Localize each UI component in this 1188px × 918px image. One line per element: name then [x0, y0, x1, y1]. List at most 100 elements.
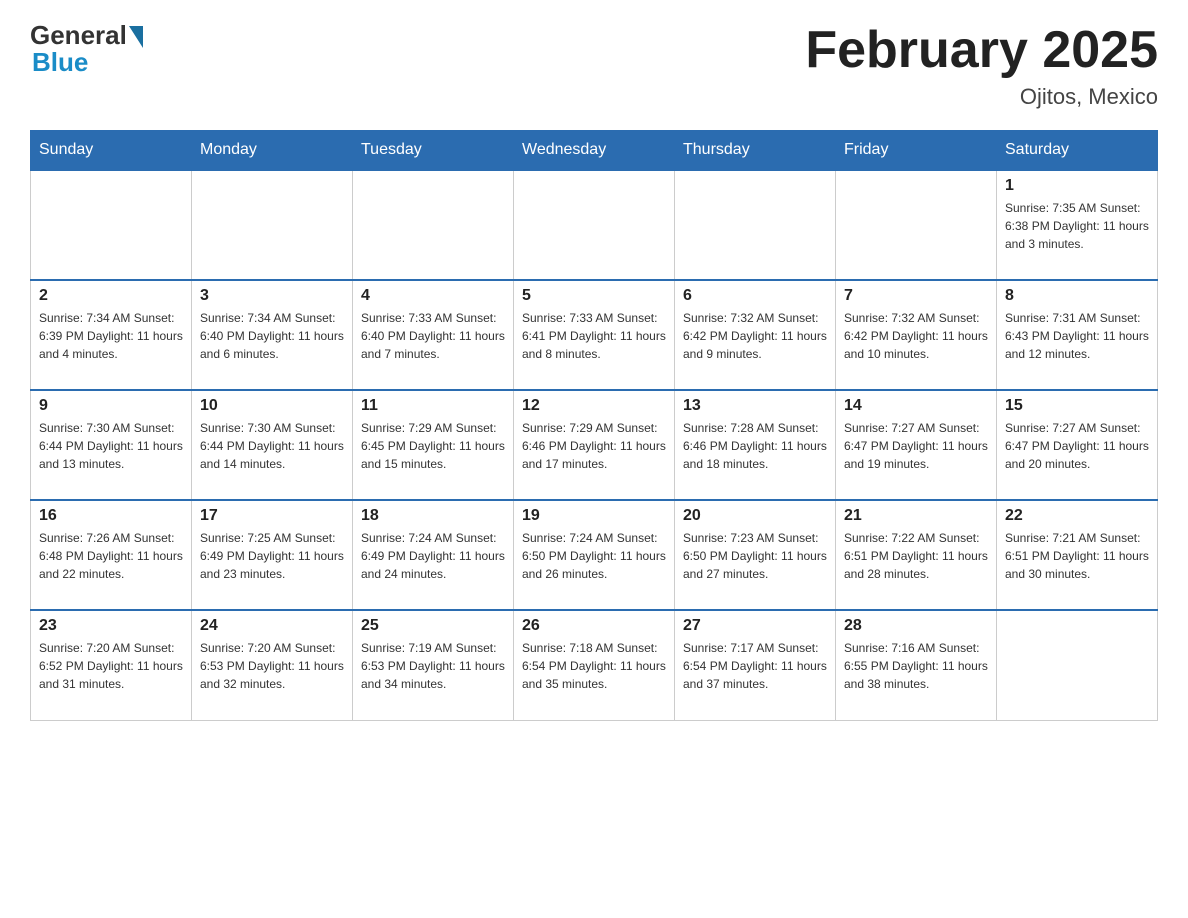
day-info: Sunrise: 7:30 AM Sunset: 6:44 PM Dayligh…: [39, 419, 183, 473]
day-number: 7: [844, 287, 988, 305]
calendar-cell: 22 Sunrise: 7:21 AM Sunset: 6:51 PM Dayli…: [997, 500, 1158, 610]
calendar-cell: 23 Sunrise: 7:20 AM Sunset: 6:52 PM Dayli…: [31, 610, 192, 720]
calendar-cell: 7 Sunrise: 7:32 AM Sunset: 6:42 PM Daylig…: [836, 280, 997, 390]
day-info: Sunrise: 7:34 AM Sunset: 6:39 PM Dayligh…: [39, 309, 183, 363]
day-number: 25: [361, 617, 505, 635]
day-info: Sunrise: 7:20 AM Sunset: 6:53 PM Dayligh…: [200, 639, 344, 693]
day-info: Sunrise: 7:24 AM Sunset: 6:49 PM Dayligh…: [361, 529, 505, 583]
day-info: Sunrise: 7:29 AM Sunset: 6:45 PM Dayligh…: [361, 419, 505, 473]
calendar-cell: 17 Sunrise: 7:25 AM Sunset: 6:49 PM Dayli…: [192, 500, 353, 610]
calendar-cell: [997, 610, 1158, 720]
day-info: Sunrise: 7:21 AM Sunset: 6:51 PM Dayligh…: [1005, 529, 1149, 583]
calendar-cell: [514, 170, 675, 280]
day-number: 11: [361, 397, 505, 415]
day-info: Sunrise: 7:18 AM Sunset: 6:54 PM Dayligh…: [522, 639, 666, 693]
day-info: Sunrise: 7:22 AM Sunset: 6:51 PM Dayligh…: [844, 529, 988, 583]
calendar-week-row: 9 Sunrise: 7:30 AM Sunset: 6:44 PM Daylig…: [31, 390, 1158, 500]
calendar-cell: 3 Sunrise: 7:34 AM Sunset: 6:40 PM Daylig…: [192, 280, 353, 390]
day-info: Sunrise: 7:20 AM Sunset: 6:52 PM Dayligh…: [39, 639, 183, 693]
calendar-cell: 27Sunrise: 7:17 AM Sunset: 6:54 PM Dayli…: [675, 610, 836, 720]
day-number: 2: [39, 287, 183, 305]
day-info: Sunrise: 7:28 AM Sunset: 6:46 PM Dayligh…: [683, 419, 827, 473]
calendar-week-row: 2 Sunrise: 7:34 AM Sunset: 6:39 PM Daylig…: [31, 280, 1158, 390]
day-info: Sunrise: 7:23 AM Sunset: 6:50 PM Dayligh…: [683, 529, 827, 583]
calendar-header-row: SundayMondayTuesdayWednesdayThursdayFrid…: [31, 131, 1158, 171]
day-number: 21: [844, 507, 988, 525]
day-info: Sunrise: 7:30 AM Sunset: 6:44 PM Dayligh…: [200, 419, 344, 473]
calendar-cell: [675, 170, 836, 280]
page-header: General Blue February 2025 Ojitos, Mexic…: [30, 20, 1158, 110]
day-number: 19: [522, 507, 666, 525]
day-number: 9: [39, 397, 183, 415]
location-label: Ojitos, Mexico: [805, 84, 1158, 110]
column-header-thursday: Thursday: [675, 131, 836, 171]
calendar-cell: 21 Sunrise: 7:22 AM Sunset: 6:51 PM Dayli…: [836, 500, 997, 610]
day-info: Sunrise: 7:34 AM Sunset: 6:40 PM Dayligh…: [200, 309, 344, 363]
day-info: Sunrise: 7:32 AM Sunset: 6:42 PM Dayligh…: [844, 309, 988, 363]
day-number: 23: [39, 617, 183, 635]
calendar-cell: 16 Sunrise: 7:26 AM Sunset: 6:48 PM Dayli…: [31, 500, 192, 610]
day-info: Sunrise: 7:27 AM Sunset: 6:47 PM Dayligh…: [1005, 419, 1149, 473]
day-info: Sunrise: 7:33 AM Sunset: 6:40 PM Dayligh…: [361, 309, 505, 363]
column-header-sunday: Sunday: [31, 131, 192, 171]
day-info: Sunrise: 7:29 AM Sunset: 6:46 PM Dayligh…: [522, 419, 666, 473]
calendar-cell: 20 Sunrise: 7:23 AM Sunset: 6:50 PM Dayli…: [675, 500, 836, 610]
day-number: 27: [683, 617, 827, 635]
calendar-cell: 26 Sunrise: 7:18 AM Sunset: 6:54 PM Dayli…: [514, 610, 675, 720]
calendar-cell: 25 Sunrise: 7:19 AM Sunset: 6:53 PM Dayli…: [353, 610, 514, 720]
day-info: Sunrise: 7:26 AM Sunset: 6:48 PM Dayligh…: [39, 529, 183, 583]
day-number: 15: [1005, 397, 1149, 415]
calendar-cell: 8Sunrise: 7:31 AM Sunset: 6:43 PM Daylig…: [997, 280, 1158, 390]
day-number: 3: [200, 287, 344, 305]
day-number: 13: [683, 397, 827, 415]
calendar-cell: 14Sunrise: 7:27 AM Sunset: 6:47 PM Dayli…: [836, 390, 997, 500]
day-number: 20: [683, 507, 827, 525]
calendar-cell: 13 Sunrise: 7:28 AM Sunset: 6:46 PM Dayli…: [675, 390, 836, 500]
logo-blue-text: Blue: [32, 47, 88, 78]
calendar-cell: 15 Sunrise: 7:27 AM Sunset: 6:47 PM Dayli…: [997, 390, 1158, 500]
calendar-cell: 10 Sunrise: 7:30 AM Sunset: 6:44 PM Dayli…: [192, 390, 353, 500]
calendar-cell: [836, 170, 997, 280]
calendar-week-row: 16 Sunrise: 7:26 AM Sunset: 6:48 PM Dayli…: [31, 500, 1158, 610]
day-number: 18: [361, 507, 505, 525]
day-info: Sunrise: 7:33 AM Sunset: 6:41 PM Dayligh…: [522, 309, 666, 363]
day-number: 17: [200, 507, 344, 525]
day-number: 10: [200, 397, 344, 415]
day-number: 5: [522, 287, 666, 305]
calendar-cell: 11 Sunrise: 7:29 AM Sunset: 6:45 PM Dayli…: [353, 390, 514, 500]
calendar-cell: 1Sunrise: 7:35 AM Sunset: 6:38 PM Daylig…: [997, 170, 1158, 280]
month-title: February 2025: [805, 20, 1158, 80]
calendar-cell: 2 Sunrise: 7:34 AM Sunset: 6:39 PM Daylig…: [31, 280, 192, 390]
day-info: Sunrise: 7:32 AM Sunset: 6:42 PM Dayligh…: [683, 309, 827, 363]
day-number: 1: [1005, 177, 1149, 195]
calendar-cell: 12 Sunrise: 7:29 AM Sunset: 6:46 PM Dayli…: [514, 390, 675, 500]
calendar-cell: 24Sunrise: 7:20 AM Sunset: 6:53 PM Dayli…: [192, 610, 353, 720]
day-number: 4: [361, 287, 505, 305]
calendar-cell: [353, 170, 514, 280]
day-number: 12: [522, 397, 666, 415]
calendar-week-row: 23 Sunrise: 7:20 AM Sunset: 6:52 PM Dayli…: [31, 610, 1158, 720]
calendar-cell: 9 Sunrise: 7:30 AM Sunset: 6:44 PM Daylig…: [31, 390, 192, 500]
day-info: Sunrise: 7:24 AM Sunset: 6:50 PM Dayligh…: [522, 529, 666, 583]
calendar-cell: 6 Sunrise: 7:32 AM Sunset: 6:42 PM Daylig…: [675, 280, 836, 390]
day-info: Sunrise: 7:16 AM Sunset: 6:55 PM Dayligh…: [844, 639, 988, 693]
logo-arrow-icon: [129, 26, 143, 48]
calendar-cell: 19 Sunrise: 7:24 AM Sunset: 6:50 PM Dayli…: [514, 500, 675, 610]
day-number: 14: [844, 397, 988, 415]
column-header-saturday: Saturday: [997, 131, 1158, 171]
calendar-cell: [192, 170, 353, 280]
day-info: Sunrise: 7:25 AM Sunset: 6:49 PM Dayligh…: [200, 529, 344, 583]
day-number: 6: [683, 287, 827, 305]
day-number: 26: [522, 617, 666, 635]
column-header-tuesday: Tuesday: [353, 131, 514, 171]
calendar-cell: [31, 170, 192, 280]
day-info: Sunrise: 7:19 AM Sunset: 6:53 PM Dayligh…: [361, 639, 505, 693]
day-number: 22: [1005, 507, 1149, 525]
day-number: 16: [39, 507, 183, 525]
day-number: 28: [844, 617, 988, 635]
day-number: 8: [1005, 287, 1149, 305]
calendar-table: SundayMondayTuesdayWednesdayThursdayFrid…: [30, 130, 1158, 721]
column-header-friday: Friday: [836, 131, 997, 171]
column-header-monday: Monday: [192, 131, 353, 171]
calendar-cell: 18 Sunrise: 7:24 AM Sunset: 6:49 PM Dayli…: [353, 500, 514, 610]
